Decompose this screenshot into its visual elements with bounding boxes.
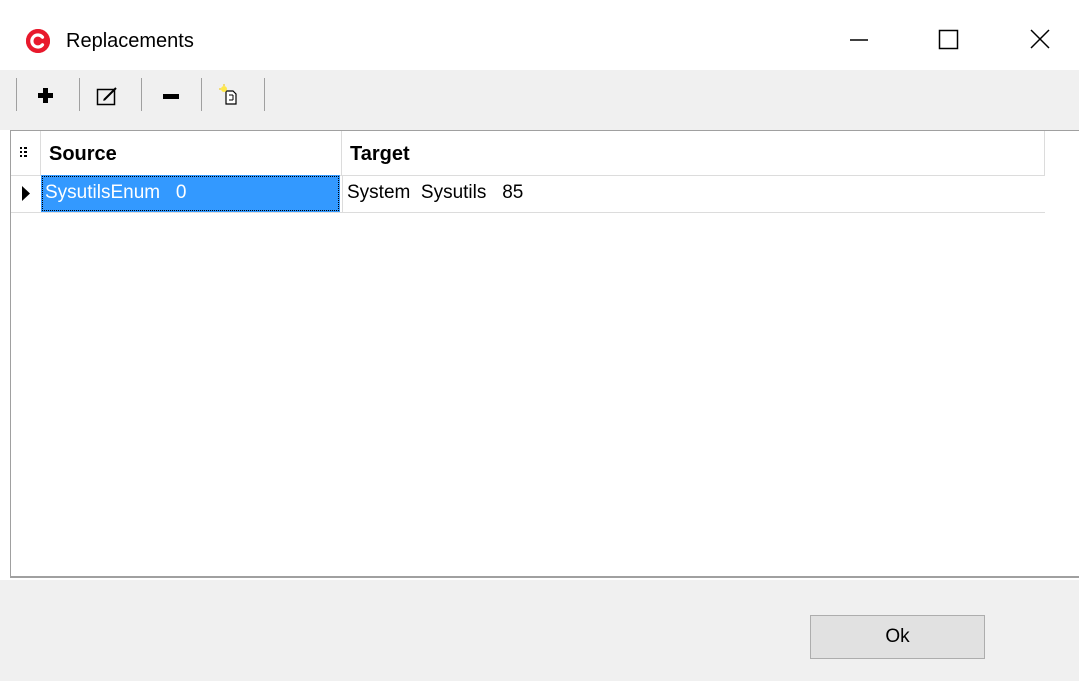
toolbar — [0, 70, 1079, 130]
grid-header: Source Target — [11, 131, 1045, 176]
title-bar: Replacements — [0, 0, 1079, 70]
toolbar-separator — [141, 78, 142, 111]
edit-icon — [96, 87, 117, 106]
row-indicator — [11, 175, 40, 212]
toolbar-separator — [16, 78, 17, 111]
toolbar-separator — [79, 78, 80, 111]
cell-source[interactable]: SysutilsEnum 0 — [41, 175, 340, 212]
maximize-button[interactable] — [928, 18, 974, 62]
minimize-icon — [850, 39, 868, 41]
maximize-icon — [938, 29, 959, 50]
column-chooser-button[interactable] — [11, 131, 41, 175]
remove-button[interactable] — [156, 78, 188, 111]
column-chooser-icon — [20, 147, 27, 157]
new-document-button[interactable] — [216, 78, 248, 111]
toolbar-separator — [201, 78, 202, 111]
replacements-grid[interactable]: Source Target SysutilsEnum 0 System Sysu… — [10, 130, 1079, 578]
column-header-source[interactable]: Source — [41, 131, 342, 175]
minimize-button[interactable] — [838, 18, 884, 62]
footer-panel: Ok — [0, 580, 1079, 681]
cell-target[interactable]: System Sysutils 85 — [342, 175, 1045, 212]
column-header-target[interactable]: Target — [342, 131, 1045, 175]
edit-button[interactable] — [92, 78, 124, 111]
add-icon — [38, 88, 53, 103]
close-button[interactable] — [1018, 18, 1064, 62]
new-document-icon — [219, 84, 237, 105]
ok-button[interactable]: Ok — [810, 615, 985, 659]
remove-icon — [163, 94, 179, 99]
window-title: Replacements — [66, 30, 194, 52]
row-pointer-icon — [22, 186, 30, 201]
close-icon — [1030, 29, 1050, 49]
add-button[interactable] — [30, 78, 62, 111]
app-logo-icon — [26, 29, 50, 53]
table-row[interactable]: SysutilsEnum 0 System Sysutils 85 — [11, 175, 1045, 213]
toolbar-separator — [264, 78, 265, 111]
